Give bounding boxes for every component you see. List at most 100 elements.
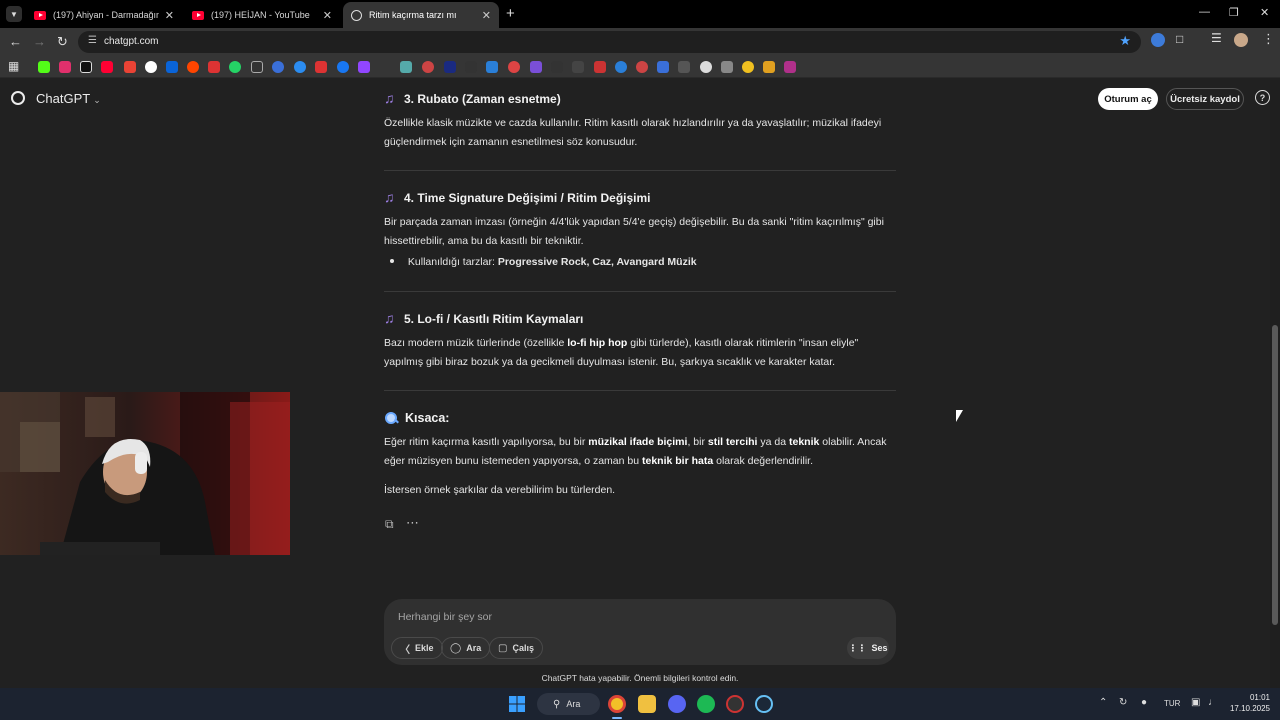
- bookmark-site-icon[interactable]: [272, 61, 284, 73]
- bookmark-site-icon[interactable]: [636, 61, 648, 73]
- bookmark-site-icon[interactable]: [315, 61, 327, 73]
- minimize-icon[interactable]: —: [1199, 6, 1210, 18]
- bookmark-kick-icon[interactable]: [38, 61, 50, 73]
- copy-icon[interactable]: ⧉: [385, 517, 394, 532]
- bookmark-site-icon[interactable]: [465, 61, 477, 73]
- bookmark-site-icon[interactable]: [400, 61, 412, 73]
- window-close-icon[interactable]: ✕: [1260, 6, 1269, 19]
- extensions-puzzle-icon[interactable]: □: [1176, 32, 1183, 46]
- book-icon: ▢: [498, 642, 508, 654]
- close-tab-icon[interactable]: ✕: [323, 9, 332, 22]
- browser-menu-icon[interactable]: ⋮: [1262, 31, 1275, 47]
- extension-icon[interactable]: [1151, 33, 1165, 47]
- file-explorer-icon[interactable]: [638, 695, 656, 713]
- tab-list-dropdown-icon[interactable]: ▼: [6, 6, 22, 22]
- bookmark-site-icon[interactable]: [530, 61, 542, 73]
- bookmark-site-icon[interactable]: [742, 61, 754, 73]
- media-control-icon[interactable]: ☰: [1211, 31, 1222, 45]
- bookmark-site-icon[interactable]: [763, 61, 775, 73]
- bookmark-site-icon[interactable]: [700, 61, 712, 73]
- bookmark-site-icon[interactable]: [572, 61, 584, 73]
- tab-title: Ritim kaçırma tarzı mı: [369, 10, 457, 20]
- bookmark-facebook-icon[interactable]: [337, 61, 349, 73]
- system-clock[interactable]: 01:01 17.10.2025: [1222, 692, 1270, 714]
- bookmark-site-icon[interactable]: [444, 61, 456, 73]
- attach-button[interactable]: 〈 Ekle: [391, 637, 443, 659]
- login-button[interactable]: Oturum aç: [1098, 88, 1158, 110]
- bookmark-whatsapp-icon[interactable]: [229, 61, 241, 73]
- bookmarks-bar: ▦: [0, 56, 1280, 78]
- search-button[interactable]: ◯ Ara: [441, 637, 491, 659]
- voice-button[interactable]: ⋮⋮ Ses: [847, 637, 889, 659]
- reload-icon[interactable]: ↻: [57, 34, 68, 50]
- bookmark-site-icon[interactable]: [678, 61, 690, 73]
- back-icon[interactable]: ←: [9, 34, 22, 49]
- start-button[interactable]: [509, 696, 525, 712]
- forward-icon[interactable]: →: [33, 34, 46, 49]
- language-indicator[interactable]: TUR: [1164, 699, 1180, 708]
- bookmark-reddit-icon[interactable]: [187, 61, 199, 73]
- voice-label: Ses: [871, 643, 888, 653]
- signup-button[interactable]: Ücretsiz kaydol: [1166, 88, 1244, 110]
- bookmark-outlook-icon[interactable]: [166, 61, 178, 73]
- network-icon[interactable]: ▣: [1191, 697, 1200, 708]
- section-heading: 4. Time Signature Değişimi / Ritim Değiş…: [384, 189, 651, 205]
- bookmark-site-icon[interactable]: [208, 61, 220, 73]
- scrollbar-thumb[interactable]: [1272, 325, 1278, 625]
- bookmark-site-icon[interactable]: [422, 61, 434, 73]
- help-icon[interactable]: ?: [1255, 90, 1270, 105]
- browser-tab[interactable]: (197) HEİJAN - YouTube ✕: [184, 2, 340, 28]
- text-run: , bir: [687, 436, 708, 448]
- bookmark-google-icon[interactable]: [145, 61, 157, 73]
- bookmark-star-icon[interactable]: ★: [1119, 33, 1131, 49]
- section-divider: [384, 390, 896, 391]
- new-tab-button[interactable]: +: [506, 5, 515, 22]
- section-heading-text: Kısaca:: [405, 411, 450, 425]
- volume-icon[interactable]: ♩: [1208, 697, 1218, 708]
- steam-icon[interactable]: [755, 695, 773, 713]
- spotify-icon[interactable]: [697, 695, 715, 713]
- bookmark-site-icon[interactable]: [721, 61, 733, 73]
- restore-icon[interactable]: ❐: [1229, 6, 1239, 19]
- taskbar-search[interactable]: ⚲ Ara: [537, 693, 600, 715]
- bookmark-twitch-icon[interactable]: [358, 61, 370, 73]
- bookmark-youtube-icon[interactable]: [101, 61, 113, 73]
- bookmark-site-icon[interactable]: [508, 61, 520, 73]
- bookmark-site-icon[interactable]: [294, 61, 306, 73]
- browser-tab[interactable]: (197) Ahiyan - Darmadağın (Of ✕: [26, 2, 182, 28]
- app-header: ChatGPT ⌄ Oturum aç Ücretsiz kaydol ?: [0, 80, 1270, 116]
- prompt-input[interactable]: Herhangi bir şey sor: [398, 611, 492, 623]
- address-bar[interactable]: ☰ chatgpt.com ★: [78, 31, 1141, 53]
- discord-icon[interactable]: [668, 695, 686, 713]
- bookmark-site-icon[interactable]: [615, 61, 627, 73]
- bookmark-site-icon[interactable]: [657, 61, 669, 73]
- profile-avatar[interactable]: [1234, 33, 1248, 47]
- youtube-icon: [192, 10, 204, 20]
- attach-label: Ekle: [415, 643, 434, 653]
- model-selector[interactable]: ChatGPT ⌄: [36, 91, 101, 106]
- text-run: Bazı modern müzik türlerinde (özellikle: [384, 337, 568, 349]
- bookmark-site-icon[interactable]: [784, 61, 796, 73]
- more-options-icon[interactable]: ⋯: [406, 515, 419, 531]
- bookmark-instagram-icon[interactable]: [59, 61, 71, 73]
- close-tab-icon[interactable]: ✕: [482, 9, 491, 22]
- chrome-icon[interactable]: [608, 695, 626, 713]
- bookmark-site-icon[interactable]: [551, 61, 563, 73]
- microphone-icon[interactable]: ●: [1141, 697, 1147, 708]
- study-button[interactable]: ▢ Çalış: [489, 637, 543, 659]
- waveform-icon: ⋮⋮: [848, 642, 867, 653]
- bookmark-site-icon[interactable]: [251, 61, 263, 73]
- app-icon[interactable]: [726, 695, 744, 713]
- bookmark-site-icon[interactable]: [486, 61, 498, 73]
- bookmark-gmail-icon[interactable]: [124, 61, 136, 73]
- music-note-icon: [384, 310, 398, 326]
- section-divider: [384, 291, 896, 292]
- browser-tab-active[interactable]: Ritim kaçırma tarzı mı ✕: [343, 2, 499, 28]
- tray-chevron-up-icon[interactable]: ⌃: [1099, 697, 1107, 708]
- bookmark-site-icon[interactable]: [594, 61, 606, 73]
- close-tab-icon[interactable]: ✕: [165, 9, 174, 22]
- apps-grid-icon[interactable]: ▦: [8, 59, 19, 73]
- sync-icon[interactable]: ↻: [1119, 697, 1127, 708]
- bookmark-x-icon[interactable]: [80, 61, 92, 73]
- site-info-icon[interactable]: ☰: [88, 35, 97, 46]
